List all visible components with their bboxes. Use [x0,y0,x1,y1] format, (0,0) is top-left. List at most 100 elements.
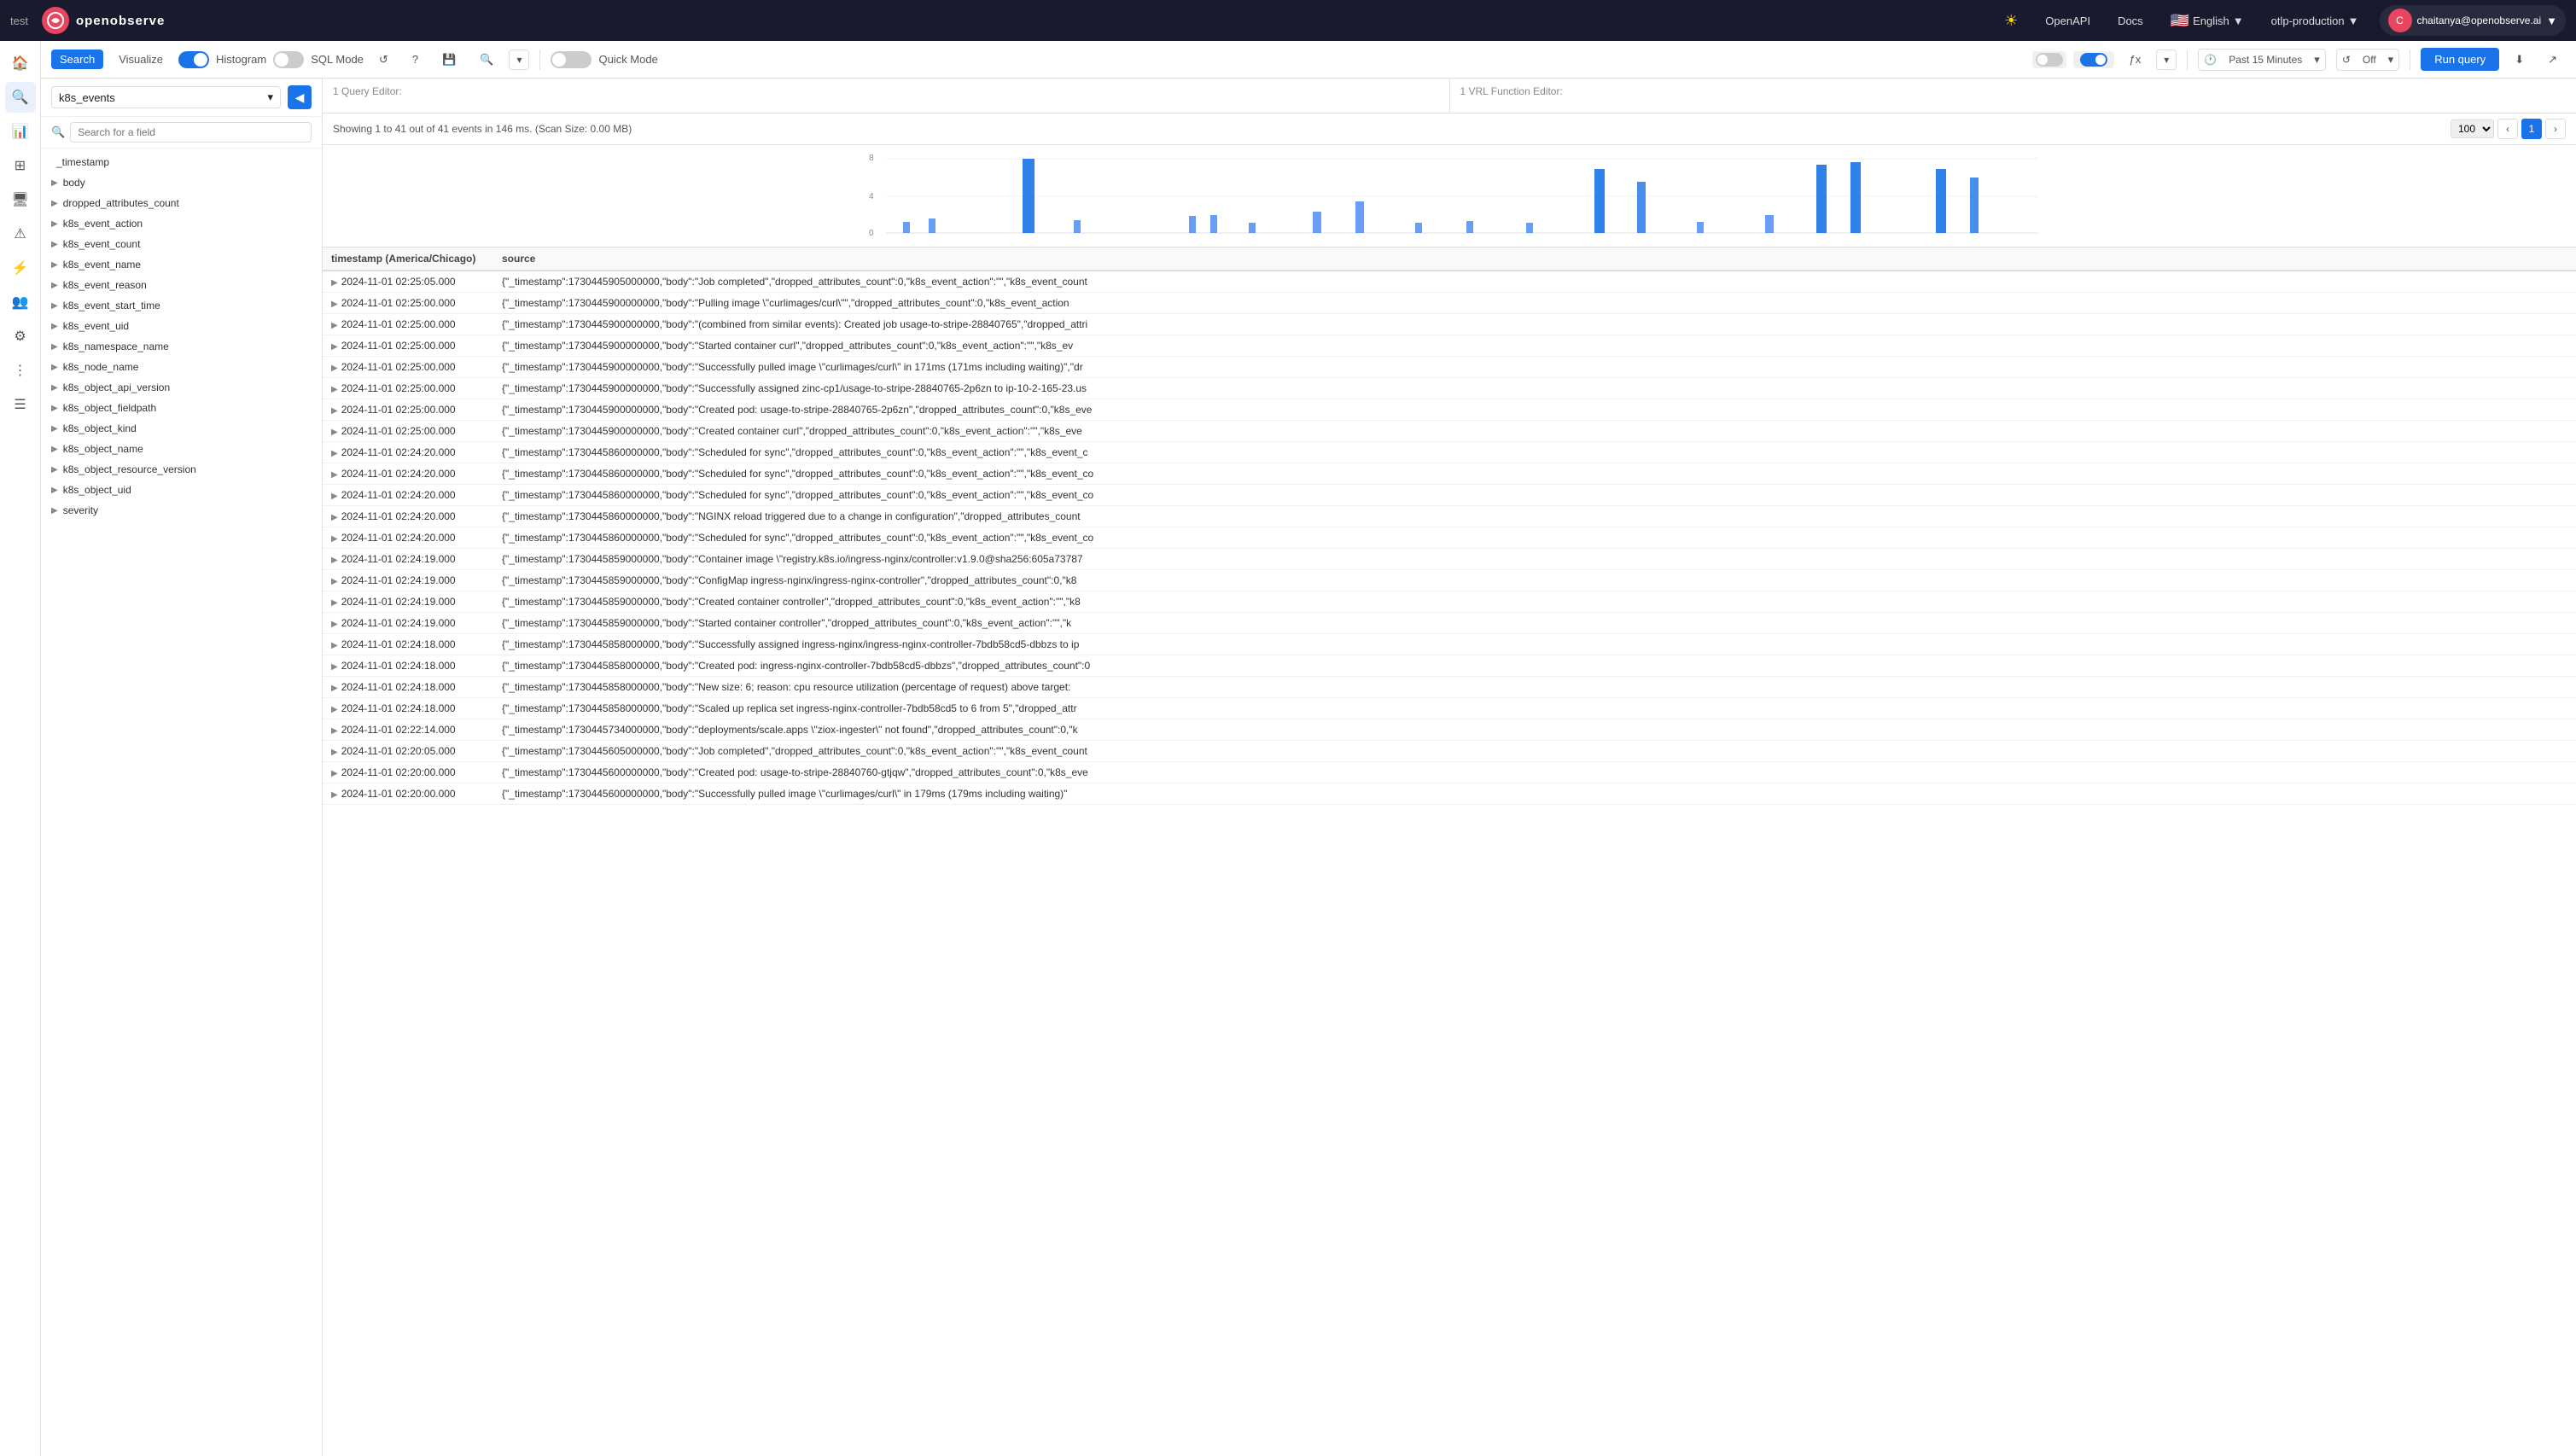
sidebar-item-chart[interactable]: 📊 [5,116,36,147]
field-item[interactable]: ▶ body [41,172,322,193]
collapse-panel-btn[interactable]: ◀ [288,85,312,109]
row-expand-icon[interactable]: ▶ [331,790,338,800]
field-item[interactable]: ▶ k8s_node_name [41,357,322,377]
save-btn[interactable]: 💾 [434,50,464,70]
function-dropdown[interactable]: ▾ [2156,50,2177,70]
sidebar-item-home[interactable]: 🏠 [5,48,36,79]
search-icon-btn[interactable]: 🔍 [471,50,502,70]
field-item[interactable]: ▶ dropped_attributes_count [41,193,322,213]
table-row[interactable]: ▶2024-11-01 02:25:00.000 {"_timestamp":1… [323,293,2576,314]
sidebar-item-apps[interactable]: ⋮ [5,355,36,386]
row-expand-icon[interactable]: ▶ [331,620,338,629]
autosave-toggle[interactable] [2032,51,2066,68]
table-row[interactable]: ▶2024-11-01 02:25:00.000 {"_timestamp":1… [323,421,2576,442]
field-item[interactable]: ▶ k8s_event_action [41,213,322,234]
field-item[interactable]: _timestamp [41,152,322,172]
sidebar-item-grid[interactable]: ⊞ [5,150,36,181]
table-row[interactable]: ▶2024-11-01 02:24:18.000 {"_timestamp":1… [323,655,2576,677]
row-expand-icon[interactable]: ▶ [331,534,338,544]
row-expand-icon[interactable]: ▶ [331,428,338,437]
row-expand-icon[interactable]: ▶ [331,406,338,416]
field-item[interactable]: ▶ k8s_event_name [41,254,322,275]
field-item[interactable]: ▶ k8s_namespace_name [41,336,322,357]
download-btn[interactable]: ⬇ [2506,50,2532,70]
nav-theme-toggle[interactable]: ☀ [1997,9,2025,33]
table-row[interactable]: ▶2024-11-01 02:24:18.000 {"_timestamp":1… [323,698,2576,719]
field-item[interactable]: ▶ k8s_event_count [41,234,322,254]
table-row[interactable]: ▶2024-11-01 02:24:19.000 {"_timestamp":1… [323,549,2576,570]
sidebar-item-search[interactable]: 🔍 [5,82,36,113]
field-item[interactable]: ▶ k8s_object_resource_version [41,459,322,480]
sql-mode-toggle[interactable] [273,51,304,68]
field-item[interactable]: ▶ k8s_object_name [41,439,322,459]
prev-page-btn[interactable]: ‹ [2497,119,2518,139]
field-item[interactable]: ▶ k8s_object_api_version [41,377,322,398]
row-expand-icon[interactable]: ▶ [331,684,338,693]
row-expand-icon[interactable]: ▶ [331,726,338,736]
field-item[interactable]: ▶ k8s_event_uid [41,316,322,336]
sidebar-item-monitor[interactable]: 🖥 [5,184,36,215]
row-expand-icon[interactable]: ▶ [331,342,338,352]
table-row[interactable]: ▶2024-11-01 02:20:05.000 {"_timestamp":1… [323,741,2576,762]
nav-org-select[interactable]: otlp-production ▼ [2264,11,2366,31]
row-expand-icon[interactable]: ▶ [331,662,338,672]
row-expand-icon[interactable]: ▶ [331,300,338,309]
search-tab[interactable]: Search [51,50,103,69]
table-row[interactable]: ▶2024-11-01 02:20:00.000 {"_timestamp":1… [323,762,2576,783]
row-expand-icon[interactable]: ▶ [331,769,338,778]
row-expand-icon[interactable]: ▶ [331,556,338,565]
table-row[interactable]: ▶2024-11-01 02:25:00.000 {"_timestamp":1… [323,335,2576,357]
table-row[interactable]: ▶2024-11-01 02:25:00.000 {"_timestamp":1… [323,357,2576,378]
row-expand-icon[interactable]: ▶ [331,641,338,650]
sidebar-item-alert[interactable]: ⚠ [5,218,36,249]
help-btn[interactable]: ? [404,50,427,69]
table-row[interactable]: ▶2024-11-01 02:24:19.000 {"_timestamp":1… [323,613,2576,634]
table-row[interactable]: ▶2024-11-01 02:24:19.000 {"_timestamp":1… [323,591,2576,613]
row-expand-icon[interactable]: ▶ [331,385,338,394]
visualize-tab[interactable]: Visualize [110,50,172,69]
sidebar-item-users[interactable]: 👥 [5,287,36,317]
function-icon-btn[interactable]: ƒx [2121,50,2150,69]
row-expand-icon[interactable]: ▶ [331,492,338,501]
nav-language[interactable]: 🇺🇸 English ▼ [2164,9,2251,33]
table-row[interactable]: ▶2024-11-01 02:24:20.000 {"_timestamp":1… [323,485,2576,506]
row-expand-icon[interactable]: ▶ [331,598,338,608]
table-row[interactable]: ▶2024-11-01 02:25:00.000 {"_timestamp":1… [323,399,2576,421]
table-row[interactable]: ▶2024-11-01 02:25:00.000 {"_timestamp":1… [323,314,2576,335]
page-size-select[interactable]: 100 [2451,119,2494,138]
current-page-btn[interactable]: 1 [2521,119,2542,139]
next-page-btn[interactable]: › [2545,119,2566,139]
refresh-interval-selector[interactable]: ↺ Off ▾ [2336,49,2399,71]
field-item[interactable]: ▶ k8s_event_reason [41,275,322,295]
sidebar-item-filter[interactable]: ⚡ [5,253,36,283]
nav-user[interactable]: C chaitanya@openobserve.ai ▼ [2380,5,2567,36]
stream-select[interactable]: k8s_events ▾ [51,86,281,108]
run-query-btn[interactable]: Run query [2421,48,2499,71]
row-expand-icon[interactable]: ▶ [331,705,338,714]
row-expand-icon[interactable]: ▶ [331,470,338,480]
table-row[interactable]: ▶2024-11-01 02:22:14.000 {"_timestamp":1… [323,719,2576,741]
table-row[interactable]: ▶2024-11-01 02:24:18.000 {"_timestamp":1… [323,634,2576,655]
table-row[interactable]: ▶2024-11-01 02:25:05.000 {"_timestamp":1… [323,271,2576,293]
table-row[interactable]: ▶2024-11-01 02:24:20.000 {"_timestamp":1… [323,506,2576,527]
table-row[interactable]: ▶2024-11-01 02:24:20.000 {"_timestamp":1… [323,527,2576,549]
sidebar-item-menu[interactable]: ☰ [5,389,36,420]
refresh-btn[interactable]: ↺ [370,50,397,70]
field-item[interactable]: ▶ k8s_object_fieldpath [41,398,322,418]
row-expand-icon[interactable]: ▶ [331,449,338,458]
field-search-input[interactable] [70,122,312,143]
nav-openapi[interactable]: OpenAPI [2038,11,2097,31]
row-expand-icon[interactable]: ▶ [331,748,338,757]
row-expand-icon[interactable]: ▶ [331,364,338,373]
quick-mode-toggle[interactable] [551,51,592,68]
share-btn[interactable]: ↗ [2539,50,2566,70]
table-row[interactable]: ▶2024-11-01 02:24:19.000 {"_timestamp":1… [323,570,2576,591]
field-item[interactable]: ▶ severity [41,500,322,521]
field-item[interactable]: ▶ k8s_object_uid [41,480,322,500]
more-options-btn[interactable]: ▾ [509,50,529,70]
save-toggle[interactable] [2073,51,2114,68]
nav-docs[interactable]: Docs [2111,11,2150,31]
time-range-selector[interactable]: 🕐 Past 15 Minutes ▾ [2198,49,2326,71]
field-item[interactable]: ▶ k8s_object_kind [41,418,322,439]
field-item[interactable]: ▶ k8s_event_start_time [41,295,322,316]
